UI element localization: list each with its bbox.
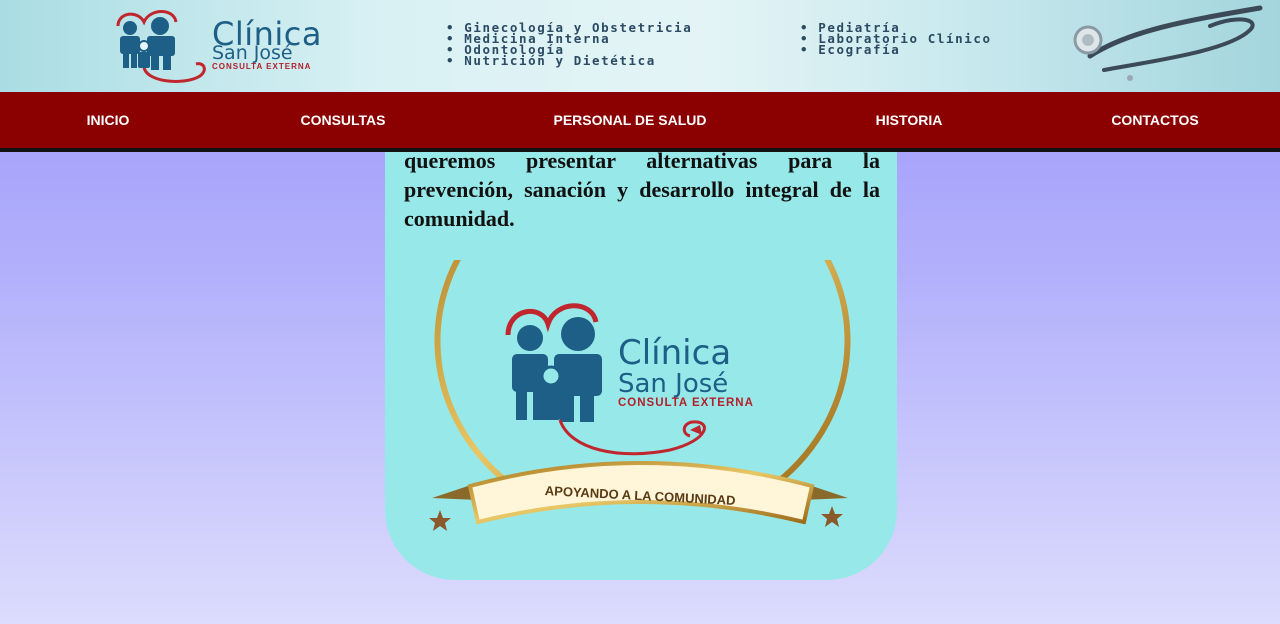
clinic-logo[interactable]: Clínica San José CONSULTA EXTERNA — [104, 6, 364, 86]
main-nav: INICIO CONSULTAS PERSONAL DE SALUD HISTO… — [0, 92, 1280, 152]
nav-item-consultas[interactable]: CONSULTAS — [300, 92, 385, 148]
services-list-right: Pediatría Laboratorio Clínico Ecografía — [800, 21, 992, 56]
emblem-subtitle: San José — [618, 369, 728, 399]
stethoscope-icon — [1073, 5, 1263, 81]
services-list-left: Ginecología y Obstetricia Medicina Inter… — [446, 21, 692, 67]
emblem-title: Clínica — [618, 333, 731, 373]
nav-item-personal-de-salud[interactable]: PERSONAL DE SALUD — [554, 92, 707, 148]
logo-tagline: CONSULTA EXTERNA — [212, 62, 312, 71]
nav-item-historia[interactable]: HISTORIA — [876, 92, 943, 148]
service-item: Nutrición y Dietética — [446, 54, 692, 67]
logo-subtitle: San José — [212, 42, 293, 64]
nav-item-inicio[interactable]: INICIO — [87, 92, 130, 148]
star-icon — [429, 510, 451, 531]
intro-paragraph: queremos presentar alternativas para la … — [404, 152, 880, 231]
nav-item-contactos[interactable]: CONTACTOS — [1111, 92, 1198, 148]
family-logo-icon — [116, 10, 206, 83]
clinic-emblem: Clínica San José CONSULTA EXTERNA APOYAN… — [429, 260, 851, 531]
emblem-tagline: CONSULTA EXTERNA — [618, 397, 754, 409]
content-card: queremos presentar alternativas para la … — [385, 152, 897, 580]
star-icon — [821, 506, 843, 527]
header-banner: Clínica San José CONSULTA EXTERNA Gineco… — [0, 0, 1280, 92]
